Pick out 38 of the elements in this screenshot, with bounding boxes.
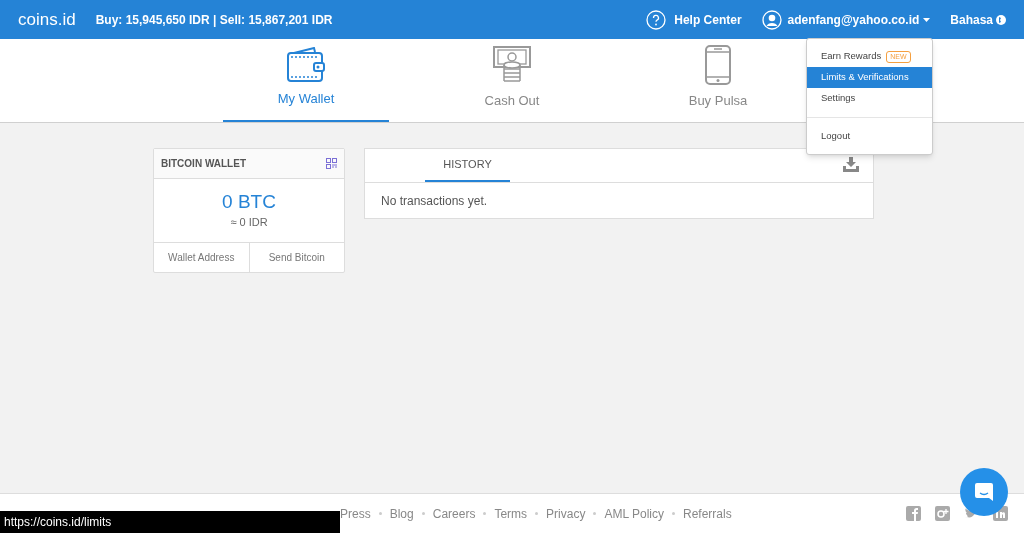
- footer-link[interactable]: Terms: [494, 504, 528, 523]
- help-link[interactable]: Help Center: [674, 10, 742, 29]
- wallet-icon: [286, 46, 326, 83]
- user-icon[interactable]: [761, 9, 782, 30]
- nav-tab[interactable]: Buy Pulsa: [635, 39, 801, 122]
- nav-tab[interactable]: My Wallet: [223, 39, 389, 122]
- wallet-action-link[interactable]: Wallet Address: [154, 243, 249, 272]
- cash-icon: [492, 44, 532, 85]
- menu-item[interactable]: Logout: [807, 126, 932, 147]
- facebook-icon[interactable]: [906, 506, 921, 521]
- empty-history-text: No transactions yet.: [380, 192, 489, 210]
- card-title: BITCOIN WALLET: [161, 157, 246, 171]
- footer-link[interactable]: AML Policy: [604, 504, 664, 523]
- language-link[interactable]: Bahasa: [950, 10, 1006, 29]
- chat-icon: [974, 482, 994, 502]
- phone-icon: [704, 44, 732, 85]
- menu-item[interactable]: Limits & Verifications: [807, 67, 932, 88]
- status-bar: https://coins.id/limits: [0, 511, 340, 533]
- logo-link[interactable]: coins.id: [18, 6, 76, 33]
- download-icon[interactable]: [843, 157, 859, 172]
- footer-link[interactable]: Careers: [432, 504, 476, 523]
- footer-link[interactable]: Referrals: [683, 504, 732, 523]
- footer-link[interactable]: Blog: [389, 504, 414, 523]
- chat-button[interactable]: [960, 468, 1008, 516]
- menu-item[interactable]: Settings: [807, 88, 932, 109]
- account-dropdown[interactable]: adenfang@yahoo.co.id: [787, 10, 931, 29]
- google-plus-icon[interactable]: [935, 506, 950, 521]
- wallet-action-link[interactable]: Send Bitcoin: [248, 243, 344, 272]
- btc-balance: 0 BTC: [222, 190, 276, 215]
- caret-icon: [923, 17, 931, 22]
- history-tab[interactable]: HISTORY: [425, 148, 510, 182]
- idr-balance: ≈ 0 IDR: [230, 215, 268, 231]
- nav-tab[interactable]: Cash Out: [429, 39, 595, 122]
- qr-code-icon[interactable]: [326, 158, 337, 169]
- help-icon[interactable]: [646, 9, 667, 30]
- price-rates: Buy: 15,945,650 IDR | Sell: 15,867,201 IDR: [95, 11, 333, 29]
- footer-link[interactable]: Privacy: [546, 504, 586, 523]
- footer-link[interactable]: Press: [340, 504, 371, 523]
